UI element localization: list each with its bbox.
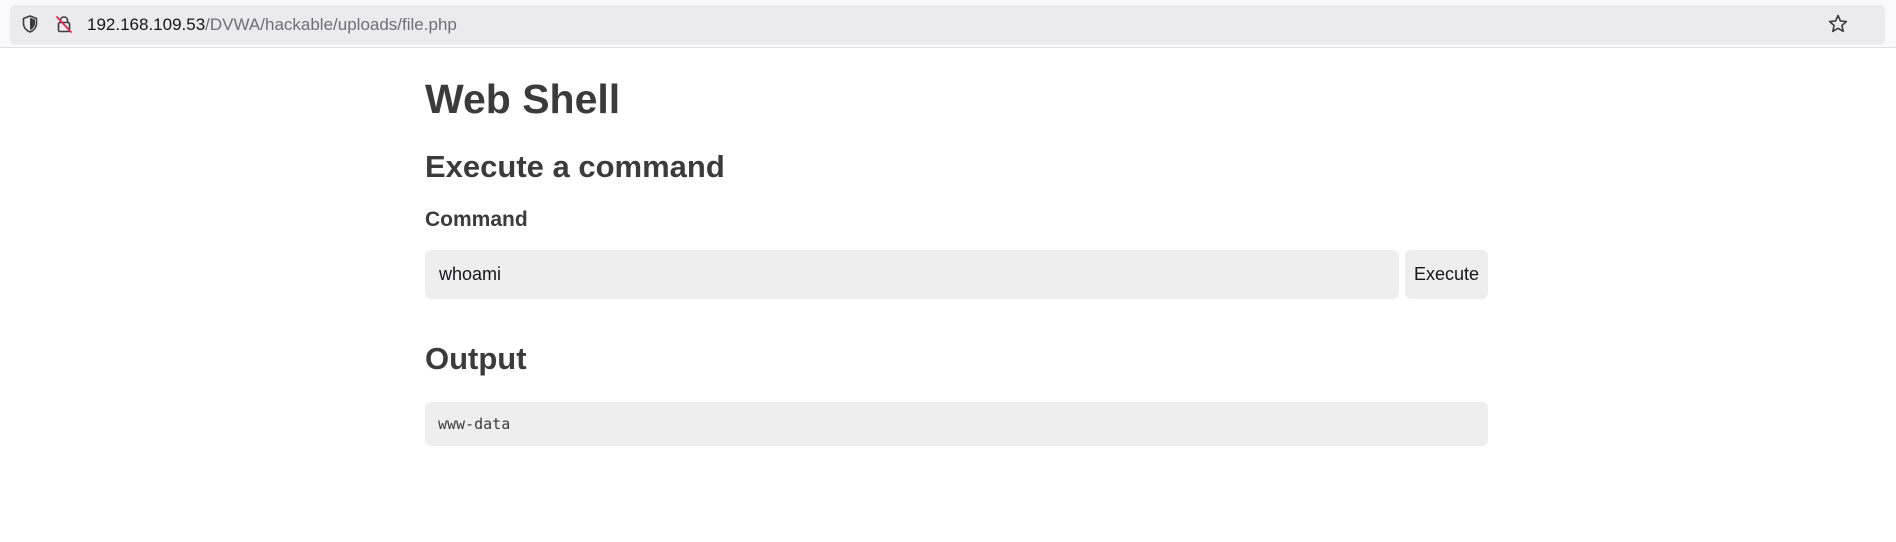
url-path: /DVWA/hackable/uploads/file.php [205, 15, 457, 34]
url-host: 192.168.109.53 [87, 15, 206, 34]
command-label: Command [425, 208, 528, 231]
output-box: www-data [425, 402, 1488, 446]
page-title: Web Shell [425, 76, 621, 122]
star-icon[interactable] [1826, 12, 1850, 36]
execute-heading: Execute a command [425, 149, 725, 184]
shield-icon[interactable] [19, 13, 41, 35]
url-text[interactable]: 192.168.109.53/DVWA/hackable/uploads/fil… [87, 14, 457, 36]
browser-toolbar: 192.168.109.53/DVWA/hackable/uploads/fil… [0, 0, 1896, 48]
execute-button[interactable]: Execute [1405, 250, 1488, 299]
output-heading: Output [425, 341, 527, 376]
command-input[interactable] [425, 250, 1399, 299]
insecure-lock-icon[interactable] [53, 13, 75, 35]
output-text: www-data [438, 415, 511, 433]
